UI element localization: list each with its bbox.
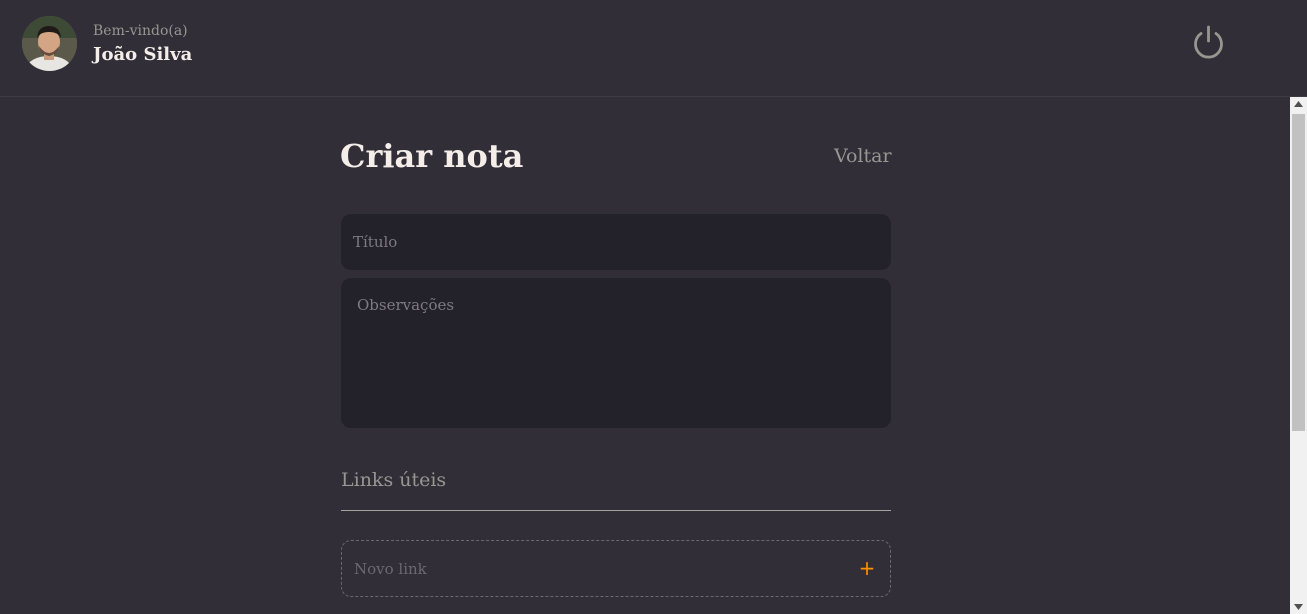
main-content: Criar nota Voltar Links úteis + [0, 97, 1307, 614]
new-link-input[interactable] [354, 541, 834, 596]
page-title: Criar nota [340, 137, 524, 175]
username[interactable]: João Silva [93, 44, 192, 65]
header: Bem-vindo(a) João Silva [0, 0, 1307, 97]
add-link-button[interactable]: + [856, 557, 878, 579]
power-icon[interactable] [1190, 24, 1227, 61]
title-input[interactable] [341, 214, 891, 270]
section-divider [341, 510, 891, 511]
new-link-row: + [341, 540, 891, 597]
scroll-down-arrow-icon[interactable] [1290, 600, 1307, 614]
links-section-title: Links úteis [341, 469, 447, 491]
notes-textarea[interactable] [341, 278, 891, 428]
scrollbar[interactable] [1290, 97, 1307, 614]
avatar[interactable] [22, 16, 77, 71]
scroll-up-arrow-icon[interactable] [1290, 97, 1307, 111]
welcome-text: Bem-vindo(a) [93, 23, 188, 39]
scrollbar-thumb[interactable] [1292, 114, 1305, 431]
back-link[interactable]: Voltar [834, 145, 892, 167]
